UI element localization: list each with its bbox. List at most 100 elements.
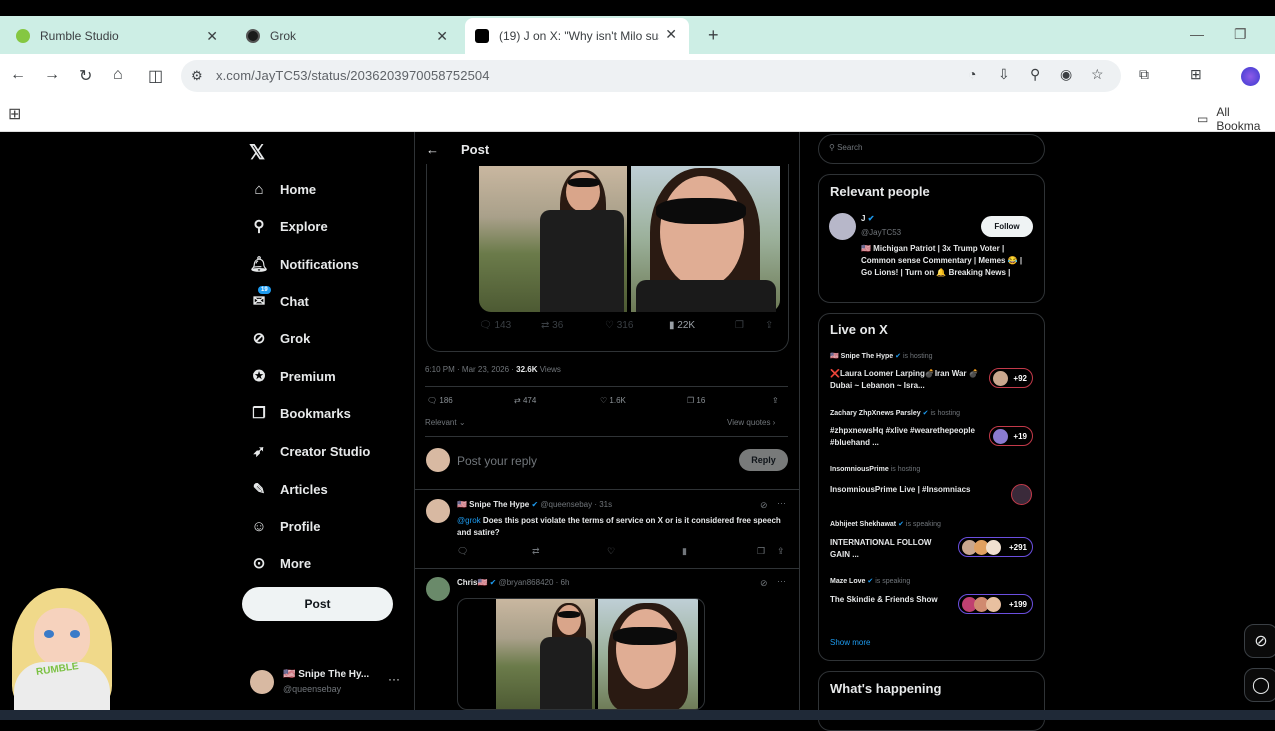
eye-icon[interactable]: ◉ <box>1060 66 1072 83</box>
like-button[interactable]: ♡ 1.6K <box>600 396 626 405</box>
tab-rumble-studio[interactable]: Rumble Studio ✕ <box>6 20 230 52</box>
grok-icon <box>246 29 260 43</box>
reply-author: 🇺🇸 Snipe The Hype <box>457 500 530 509</box>
streamer-avatar-overlay: RUMBLE <box>0 578 128 710</box>
messages-float-button[interactable]: ◯ <box>1244 668 1275 702</box>
restore-icon[interactable]: ❐ <box>1234 26 1247 43</box>
nav-creator-studio[interactable]: ➶ Creator Studio <box>250 442 371 460</box>
all-bookmarks-folder[interactable]: ▭ All Bookma <box>1197 105 1275 133</box>
reply-icon[interactable]: 🗨︎ <box>457 546 468 557</box>
listener-count: +291 <box>958 537 1033 557</box>
nav-profile[interactable]: ☺ Profile <box>250 517 320 535</box>
url-text[interactable]: x.com/JayTC53/status/2036203970058752504 <box>216 68 490 83</box>
bell-icon: 🔔︎ <box>249 256 269 273</box>
nav-articles[interactable]: ✎ Articles <box>250 480 328 498</box>
show-more-link[interactable]: Show more <box>830 638 870 647</box>
tab-x-post[interactable]: (19) J on X: "Why isn't Milo sus ✕ <box>465 18 689 54</box>
forward-icon[interactable]: → <box>44 66 60 84</box>
repost-button[interactable]: ⇄ 474 <box>514 396 536 405</box>
reply-count[interactable]: 🗨︎ 143 <box>479 320 511 331</box>
premium-icon: ✪ <box>252 368 266 385</box>
sort-relevant-dropdown[interactable]: Relevant ⌄ <box>425 418 466 427</box>
divider <box>425 386 788 387</box>
new-tab-button[interactable]: + <box>698 24 729 46</box>
listener-count: +19 <box>989 426 1033 446</box>
bookmark-button[interactable]: ❐ 16 <box>687 396 705 405</box>
zoom-icon[interactable]: ⚲ <box>1030 66 1040 83</box>
avatar <box>426 448 450 472</box>
bookmark-icon[interactable]: ❐ <box>757 546 765 557</box>
listener-count: +199 <box>958 594 1033 614</box>
back-icon[interactable]: ← <box>10 66 26 84</box>
nav-notifications[interactable]: 🔔︎ Notifications <box>249 255 358 273</box>
view-count[interactable]: ▮ 22K <box>669 320 695 331</box>
install-icon[interactable]: ⇩ <box>998 66 1010 83</box>
search-field[interactable]: ⚲ Search <box>829 143 862 152</box>
tab-search-icon[interactable]: ⊞ <box>1190 66 1202 83</box>
verified-icon: ✔ <box>898 521 904 528</box>
close-tab-icon[interactable]: ✕ <box>206 28 218 45</box>
repost-icon[interactable]: ⇄ <box>532 546 540 557</box>
reply-button[interactable]: 🗨︎ 186 <box>427 396 453 405</box>
views-icon[interactable]: ▮ <box>682 546 687 557</box>
more-options-icon[interactable]: ··· <box>388 672 400 686</box>
follow-button[interactable]: Follow <box>981 216 1033 237</box>
chat-bubble-icon: ◯ <box>1252 677 1270 694</box>
divider <box>425 436 788 437</box>
performance-icon[interactable]: ◔ <box>968 66 976 82</box>
nav-explore[interactable]: ⚲ Explore <box>250 217 328 235</box>
grok-float-button[interactable]: ⊘ <box>1244 624 1275 658</box>
more-options-icon[interactable]: ··· <box>777 498 786 508</box>
close-tab-icon[interactable]: ✕ <box>436 28 448 45</box>
share-icon[interactable]: ⇪ <box>765 320 773 331</box>
profile-icon: ☺ <box>251 517 267 535</box>
home-browser-icon[interactable]: ⌂ <box>113 66 123 84</box>
minimize-icon[interactable]: — <box>1190 26 1204 42</box>
bookmark-icon[interactable]: ❐ <box>735 320 744 331</box>
x-logo-icon[interactable]: 𝕏 <box>249 140 265 165</box>
tab-grok[interactable]: Grok ✕ <box>236 20 460 52</box>
close-tab-icon[interactable]: ✕ <box>665 26 677 43</box>
articles-icon: ✎ <box>252 481 266 498</box>
more-options-icon[interactable]: ··· <box>777 576 786 586</box>
avatar <box>986 597 1001 612</box>
verified-icon: ✔ <box>867 214 875 223</box>
nav-premium[interactable]: ✪ Premium <box>250 367 336 385</box>
extensions-icon[interactable]: ⧉ <box>1139 66 1149 83</box>
share-icon[interactable]: ⇪ <box>777 546 785 557</box>
avatar[interactable] <box>829 213 856 240</box>
nav-more[interactable]: ⊙ More <box>250 554 311 572</box>
site-info-icon[interactable]: ⚙ <box>191 68 203 84</box>
nav-grok[interactable]: ⊘ Grok <box>250 329 311 347</box>
post-button[interactable]: Post <box>242 587 393 621</box>
listener-count: +92 <box>989 368 1033 388</box>
share-icon[interactable]: ⇪ <box>772 396 779 405</box>
apps-grid-icon[interactable]: ⊞ <box>8 104 21 124</box>
reply-input[interactable]: Post your reply <box>457 454 537 468</box>
reload-icon[interactable]: ↻ <box>79 66 92 86</box>
grok-icon[interactable]: ⊘ <box>760 500 768 511</box>
relevant-people-title: Relevant people <box>830 184 930 199</box>
split-view-icon[interactable]: ◫ <box>148 66 163 86</box>
nav-bookmarks[interactable]: ❐ Bookmarks <box>250 404 351 422</box>
reply-button[interactable]: Reply <box>739 449 788 471</box>
avatar <box>993 429 1008 444</box>
nav-home[interactable]: ⌂ Home <box>250 180 316 198</box>
reply-author: Chris🇺🇸 <box>457 578 488 587</box>
repost-count[interactable]: ⇄ 36 <box>541 320 563 331</box>
view-quotes-link[interactable]: View quotes › <box>727 418 775 427</box>
person-name[interactable]: J ✔ <box>861 214 874 223</box>
star-icon[interactable]: ☆ <box>1091 66 1104 83</box>
like-count[interactable]: ♡ 316 <box>605 320 633 331</box>
person-bio: 🇺🇸 Michigan Patriot | 3x Trump Voter | C… <box>861 244 1023 277</box>
reply-media[interactable] <box>457 598 705 710</box>
back-arrow-icon[interactable]: ← <box>426 142 439 157</box>
profile-avatar-icon[interactable] <box>1241 67 1260 86</box>
more-icon: ⊙ <box>252 555 266 572</box>
avatar <box>993 371 1008 386</box>
verified-icon: ✔ <box>867 578 874 585</box>
like-icon[interactable]: ♡ <box>607 546 615 557</box>
grok-icon[interactable]: ⊘ <box>760 578 768 589</box>
verified-icon: ✔ <box>895 353 901 360</box>
nav-chat[interactable]: ✉ 19 Chat <box>250 286 309 310</box>
